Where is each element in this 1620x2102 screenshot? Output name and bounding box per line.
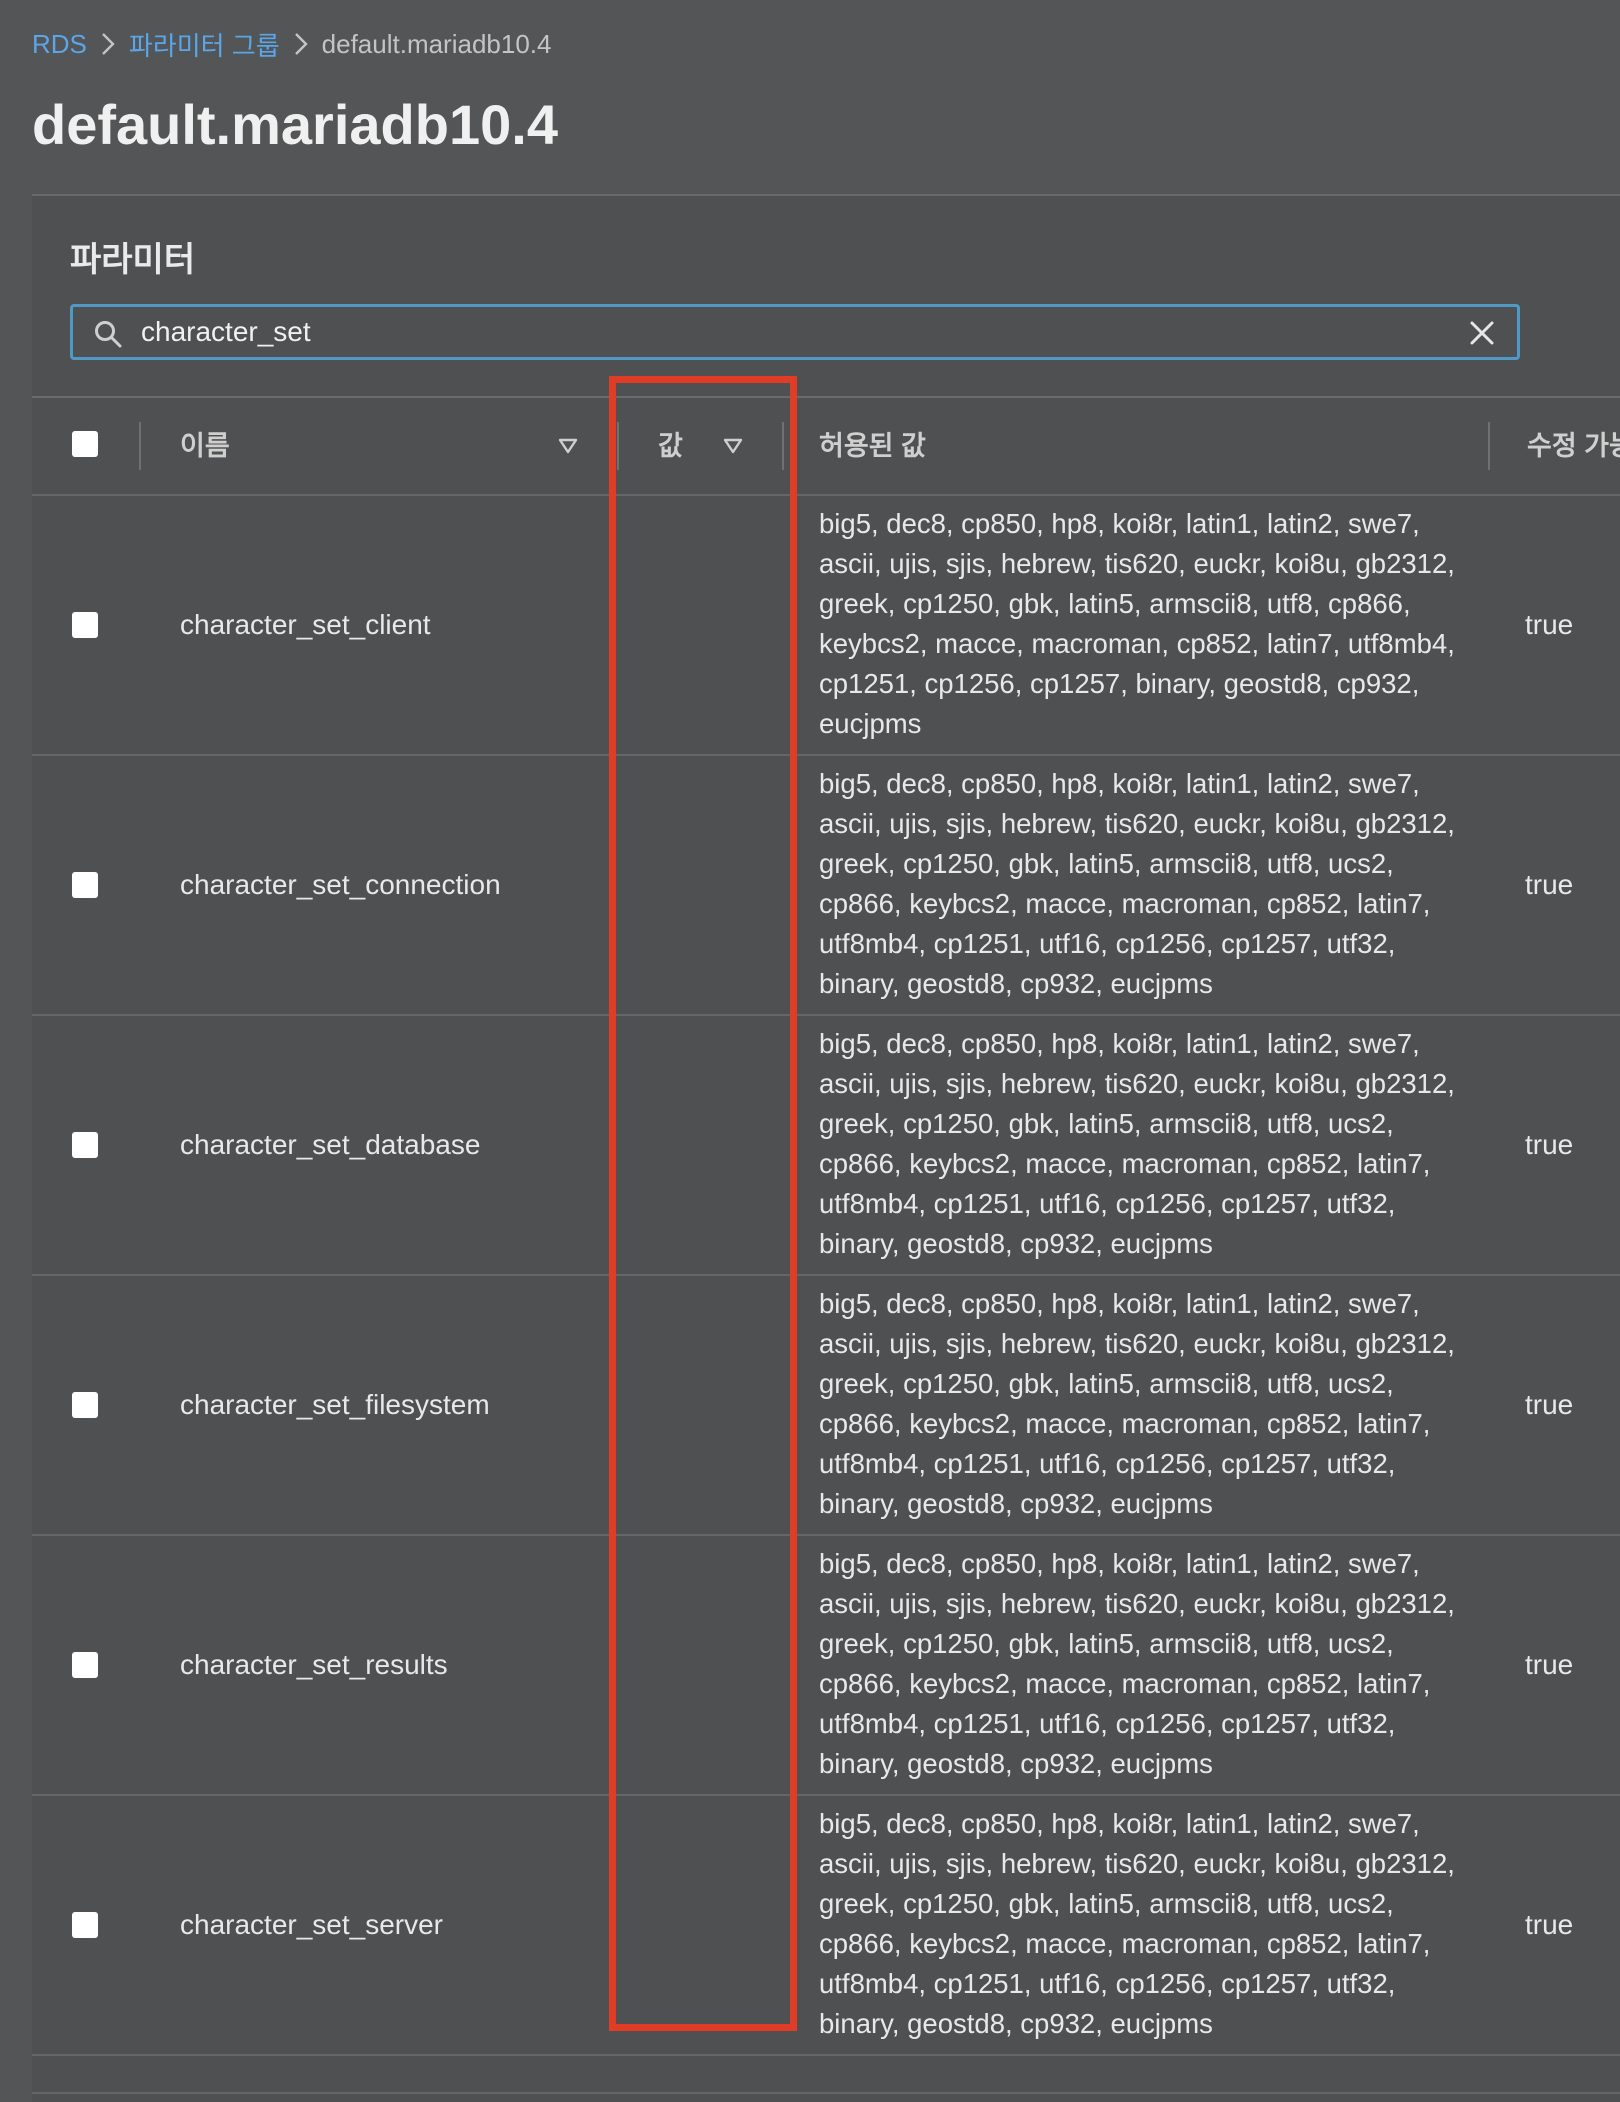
select-all-checkbox[interactable] bbox=[72, 431, 98, 457]
table-header-row: 이름 값 허용된 값 수정 가능 bbox=[32, 398, 1620, 496]
parameter-name: character_set_server bbox=[180, 1909, 444, 1940]
row-checkbox[interactable] bbox=[72, 1132, 98, 1158]
row-checkbox[interactable] bbox=[72, 1392, 98, 1418]
breadcrumb-parameter-groups-link[interactable]: 파라미터 그룹 bbox=[129, 26, 280, 63]
column-divider bbox=[782, 422, 784, 470]
editable-flag: true bbox=[1525, 1129, 1574, 1160]
row-checkbox[interactable] bbox=[72, 612, 98, 638]
close-icon[interactable] bbox=[1469, 320, 1495, 346]
column-divider bbox=[617, 422, 619, 470]
editable-flag: true bbox=[1525, 1389, 1574, 1420]
allowed-values: big5, dec8, cp850, hp8, koi8r, latin1, l… bbox=[819, 1028, 1455, 1259]
search-box bbox=[70, 304, 1520, 360]
table-row: character_set_results big5, dec8, cp850,… bbox=[32, 1536, 1620, 1796]
parameter-name: character_set_client bbox=[180, 609, 431, 640]
parameter-name: character_set_filesystem bbox=[180, 1389, 490, 1420]
table-row: character_set_filesystem big5, dec8, cp8… bbox=[32, 1276, 1620, 1536]
column-header-value[interactable]: 값 bbox=[658, 398, 683, 494]
parameter-name: character_set_results bbox=[180, 1649, 448, 1680]
chevron-right-icon bbox=[87, 31, 129, 57]
panel-title: 파라미터 bbox=[70, 241, 196, 279]
row-checkbox[interactable] bbox=[72, 872, 98, 898]
chevron-right-icon bbox=[280, 31, 322, 57]
column-header-name[interactable]: 이름 bbox=[180, 398, 230, 494]
allowed-values: big5, dec8, cp850, hp8, koi8r, latin1, l… bbox=[819, 1548, 1455, 1779]
search-input[interactable] bbox=[141, 307, 1441, 357]
table-row: character_set_client big5, dec8, cp850, … bbox=[32, 496, 1620, 756]
table-row: character_set_database big5, dec8, cp850… bbox=[32, 1016, 1620, 1276]
parameters-panel: 파라미터 이름 값 허용된 값 수정 가능 character_set_clie… bbox=[32, 194, 1620, 2102]
allowed-values: big5, dec8, cp850, hp8, koi8r, latin1, l… bbox=[819, 1288, 1455, 1519]
breadcrumb: RDS 파라미터 그룹 default.mariadb10.4 bbox=[32, 24, 551, 64]
parameter-name: character_set_database bbox=[180, 1129, 481, 1160]
allowed-values: big5, dec8, cp850, hp8, koi8r, latin1, l… bbox=[819, 1808, 1455, 2039]
editable-flag: true bbox=[1525, 1649, 1574, 1680]
editable-flag: true bbox=[1525, 1909, 1574, 1940]
search-icon bbox=[95, 321, 122, 348]
editable-flag: true bbox=[1525, 609, 1574, 640]
parameter-name: character_set_connection bbox=[180, 869, 501, 900]
column-divider bbox=[139, 422, 141, 470]
table-row: character_set_server big5, dec8, cp850, … bbox=[32, 1796, 1620, 2056]
sort-caret-down-icon[interactable] bbox=[722, 436, 744, 456]
column-header-editable: 수정 가능 bbox=[1527, 431, 1620, 461]
sort-caret-down-icon[interactable] bbox=[557, 436, 579, 456]
breadcrumb-rds-link[interactable]: RDS bbox=[32, 29, 87, 60]
row-checkbox[interactable] bbox=[72, 1912, 98, 1938]
allowed-values: big5, dec8, cp850, hp8, koi8r, latin1, l… bbox=[819, 768, 1455, 999]
footer-divider bbox=[32, 2092, 1620, 2094]
row-checkbox[interactable] bbox=[72, 1652, 98, 1678]
editable-flag: true bbox=[1525, 869, 1574, 900]
table-row: character_set_connection big5, dec8, cp8… bbox=[32, 756, 1620, 1016]
allowed-values: big5, dec8, cp850, hp8, koi8r, latin1, l… bbox=[819, 508, 1455, 739]
breadcrumb-current: default.mariadb10.4 bbox=[321, 28, 552, 59]
column-divider bbox=[1488, 422, 1490, 470]
column-header-allowed-values: 허용된 값 bbox=[819, 431, 926, 461]
page-title: default.mariadb10.4 bbox=[32, 93, 558, 156]
